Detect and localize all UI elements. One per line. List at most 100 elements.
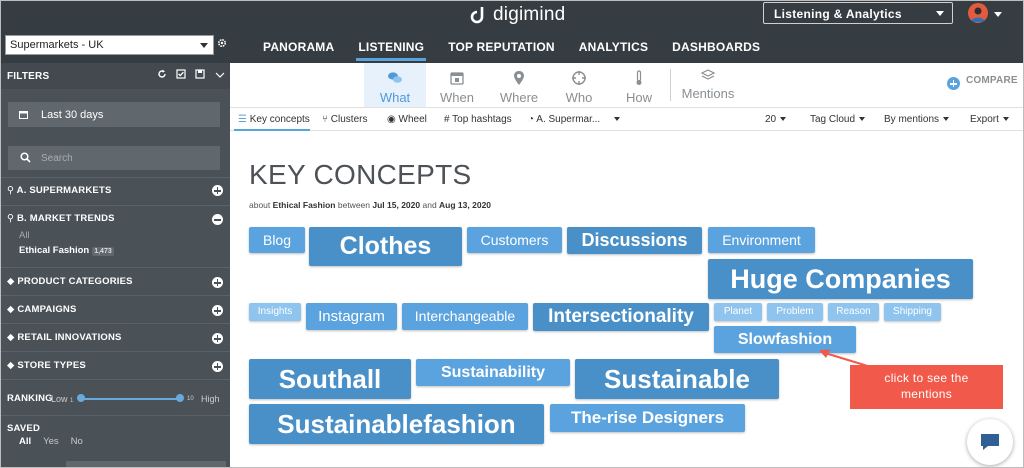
tab-label: How <box>625 90 652 105</box>
topic-name: Ethical Fashion <box>272 200 336 210</box>
tag-intersectionality[interactable]: Intersectionality <box>533 303 709 331</box>
ranking-slider-max-handle[interactable] <box>176 394 184 402</box>
nav-listening[interactable]: LISTENING <box>356 40 426 61</box>
divider <box>1 177 230 178</box>
digimind-logo[interactable]: digimind <box>469 4 565 26</box>
tab-what[interactable]: What <box>364 63 426 107</box>
ranking-low-label: Low 1 <box>51 394 73 404</box>
section-product-categories[interactable]: ◆ PRODUCT CATEGORIES <box>7 276 133 287</box>
view-tabs: What When Where Who How Mentions COMPARE <box>230 63 1023 107</box>
tag-insights[interactable]: Insights <box>249 303 301 321</box>
section-retail-innovations[interactable]: ◆ RETAIL INNOVATIONS <box>7 332 122 343</box>
save-icon[interactable] <box>195 69 205 79</box>
market-selected-option[interactable]: Ethical Fashion 1,473 <box>19 245 114 256</box>
collapse-minus-icon[interactable] <box>212 214 223 225</box>
tab-who[interactable]: Who <box>548 63 610 107</box>
subtab-wheel[interactable]: ◉ Wheel <box>387 114 427 125</box>
chevron-down-icon <box>936 11 944 16</box>
tab-divider <box>670 69 671 101</box>
expand-plus-icon[interactable] <box>212 333 223 344</box>
tag-problem[interactable]: Problem <box>767 303 823 321</box>
tag-planet[interactable]: Planet <box>714 303 762 321</box>
expand-plus-icon[interactable] <box>212 305 223 316</box>
tag-blog[interactable]: Blog <box>249 227 305 253</box>
avatar[interactable] <box>968 3 988 23</box>
section-campaigns[interactable]: ◆ CAMPAIGNS <box>7 304 77 315</box>
ranking-slider-track[interactable] <box>81 398 179 400</box>
subtab-label: A. Supermar... <box>536 114 601 125</box>
calendar-icon <box>19 111 28 119</box>
product-select[interactable]: Listening & Analytics <box>763 2 953 24</box>
nav-dashboards[interactable]: DASHBOARDS <box>672 40 760 54</box>
chat-bubble-icon <box>981 434 999 450</box>
tag-shipping[interactable]: Shipping <box>884 303 941 321</box>
tab-when[interactable]: When <box>426 63 488 107</box>
sort-select[interactable]: By mentions <box>884 114 950 125</box>
page-subtitle: about Ethical Fashion between Jul 15, 20… <box>249 200 491 210</box>
subtab-top-hashtags[interactable]: # Top hashtags <box>444 114 512 125</box>
count-select[interactable]: 20 <box>765 114 787 125</box>
nav-top-reputation[interactable]: TOP REPUTATION <box>448 40 555 54</box>
checkbox-icon[interactable] <box>176 69 186 79</box>
saved-no-option[interactable]: No <box>71 436 83 447</box>
export-select[interactable]: Export <box>970 114 1009 125</box>
divider <box>1 267 230 268</box>
expand-plus-icon[interactable] <box>212 361 223 372</box>
tag-interchangeable[interactable]: Interchangeable <box>402 303 528 330</box>
saved-all-option[interactable]: All <box>19 436 31 447</box>
tag-sustainability[interactable]: Sustainability <box>416 359 570 386</box>
filters-title: FILTERS <box>7 71 50 82</box>
market-all-option[interactable]: All <box>19 230 30 241</box>
period-selector[interactable]: Last 30 days <box>8 102 220 127</box>
nav-analytics[interactable]: ANALYTICS <box>579 40 648 54</box>
ranking-low-text: Low <box>51 394 68 404</box>
tag-instagram[interactable]: Instagram <box>306 303 397 330</box>
gear-icon[interactable] <box>217 38 227 48</box>
section-b-market-trends[interactable]: ⚲ B. MARKET TRENDS <box>7 213 115 224</box>
ranking-slider-min-handle[interactable] <box>77 394 85 402</box>
digimind-logo-icon <box>470 7 484 24</box>
divider <box>1 379 230 380</box>
section-store-types[interactable]: ◆ STORE TYPES <box>7 360 86 371</box>
tag-environment[interactable]: Environment <box>708 227 815 253</box>
count-label: 20 <box>765 114 777 125</box>
plus-circle-icon <box>947 77 960 90</box>
tag-sustainable[interactable]: Sustainable <box>575 359 779 399</box>
chat-launcher[interactable] <box>967 419 1013 465</box>
tag-huge-companies[interactable]: Huge Companies <box>708 259 973 299</box>
tag-sustainablefashion[interactable]: Sustainablefashion <box>249 404 544 444</box>
expand-plus-icon[interactable] <box>212 277 223 288</box>
refresh-icon[interactable] <box>157 69 167 79</box>
view-select[interactable]: Tag Cloud <box>810 114 866 125</box>
nav-panorama[interactable]: PANORAMA <box>263 40 334 54</box>
chevron-down-icon <box>780 117 787 122</box>
collapse-chevron-icon[interactable] <box>215 71 225 79</box>
tab-how[interactable]: How <box>608 63 670 107</box>
subtab-label: Key concepts <box>249 114 310 125</box>
saved-yes-option[interactable]: Yes <box>43 436 59 447</box>
compare-button[interactable]: COMPARE <box>947 75 1018 90</box>
tag-clothes[interactable]: Clothes <box>309 227 462 266</box>
subtab-clusters[interactable]: ⑂ Clusters <box>322 114 367 125</box>
period-label: Last 30 days <box>41 109 104 121</box>
export-label: Export <box>970 114 999 125</box>
callout-line-1: click to see the <box>884 371 969 385</box>
tab-mentions[interactable]: Mentions <box>676 63 740 107</box>
expand-plus-icon[interactable] <box>212 185 223 196</box>
store-select[interactable]: Supermarkets - UK <box>5 35 214 55</box>
tag-southall[interactable]: Southall <box>249 359 411 399</box>
avatar-chevron-down-icon[interactable] <box>994 12 1002 17</box>
tab-where[interactable]: Where <box>488 63 550 107</box>
subtab-key-concepts[interactable]: ☰ Key concepts <box>238 114 310 125</box>
tag-customers[interactable]: Customers <box>467 227 562 253</box>
tag-reason[interactable]: Reason <box>828 303 879 321</box>
tag-the-rise-designers[interactable]: The-rise Designers <box>550 404 745 432</box>
search-input[interactable]: Search <box>8 146 220 170</box>
section-a-supermarkets[interactable]: ⚲ A. SUPERMARKETS <box>7 185 112 196</box>
search-icon <box>20 152 31 163</box>
subtab-supermarket-filter[interactable]: ◔ A. Supermar... <box>528 114 621 125</box>
tag-discussions[interactable]: Discussions <box>567 227 702 254</box>
market-count-badge: 1,473 <box>92 247 114 256</box>
clusters-icon: ⑂ <box>322 114 328 125</box>
saved-options: All Yes No <box>19 436 83 447</box>
